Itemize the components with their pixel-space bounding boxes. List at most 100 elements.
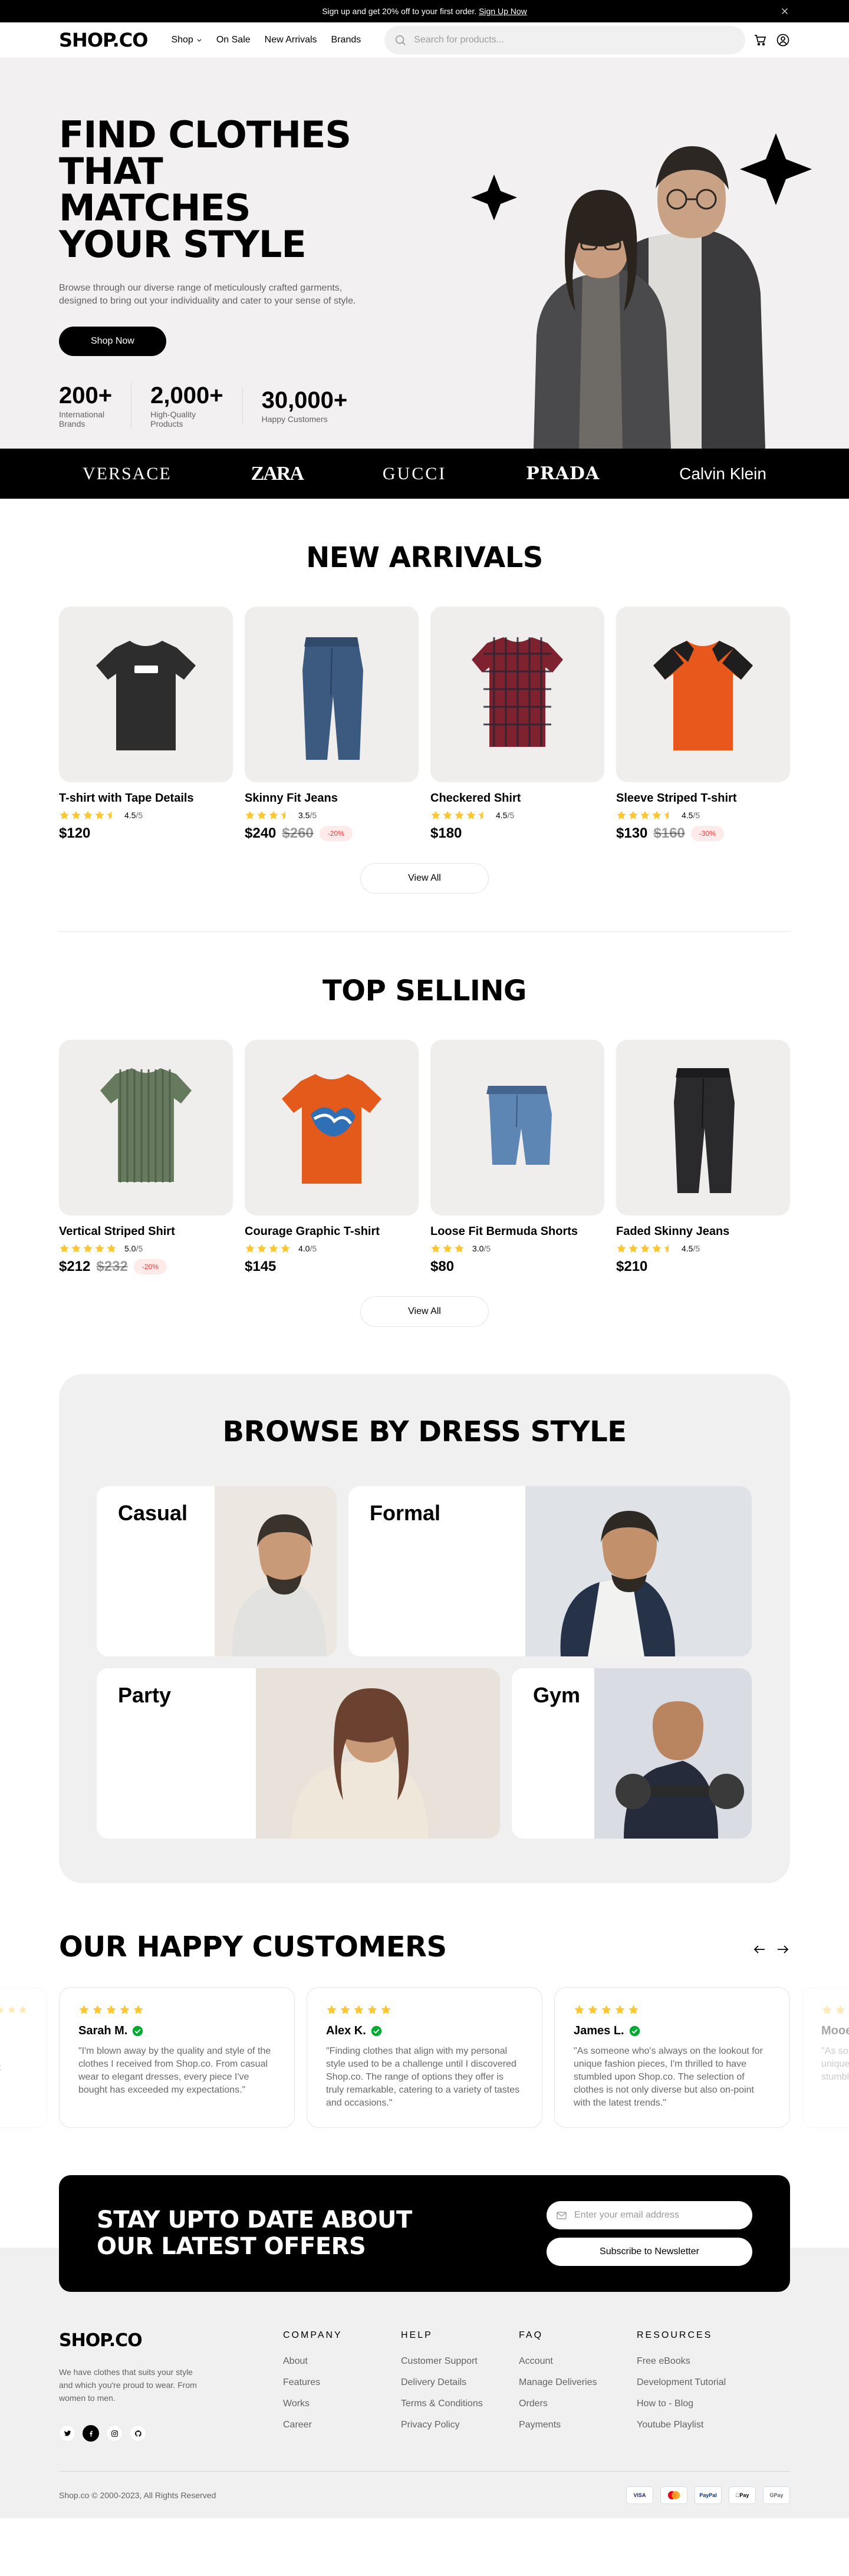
footer-link[interactable]: Features	[283, 2377, 320, 2387]
github-icon[interactable]	[130, 2425, 146, 2442]
subscribe-newsletter-button[interactable]: Subscribe to Newsletter	[547, 2238, 752, 2266]
footer-link[interactable]: Customer Support	[401, 2356, 478, 2366]
cart-icon[interactable]	[753, 33, 768, 47]
dress-style-card-formal[interactable]: Formal	[348, 1486, 752, 1656]
footer-link[interactable]: Youtube Playlist	[637, 2420, 703, 2430]
star-icon	[245, 1244, 255, 1253]
star-icon	[835, 2005, 845, 2014]
footer-link[interactable]: Career	[283, 2420, 312, 2430]
product-name: Courage Graphic T-shirt	[245, 1225, 380, 1238]
footer-link[interactable]: Development Tutorial	[637, 2377, 726, 2387]
testimonials-title: OUR HAPPY CUSTOMERS	[59, 1931, 447, 1964]
page-root: Sign up and get 20% off to your first or…	[0, 0, 849, 2518]
footer-link[interactable]: Free eBooks	[637, 2356, 690, 2366]
logo[interactable]: SHOP.CO	[59, 29, 148, 51]
stat-high-quality-products: 2,000+ High-Quality Products	[131, 383, 242, 429]
footer-link[interactable]: Payments	[519, 2420, 561, 2430]
product-image[interactable]	[245, 607, 419, 782]
product-card[interactable]: Loose Fit Bermuda Shorts 3.0/5 $80	[430, 1040, 604, 1275]
mastercard-glyph	[667, 2491, 680, 2499]
footer-link[interactable]: Privacy Policy	[401, 2420, 460, 2430]
star-icon	[106, 2005, 116, 2014]
search-input[interactable]	[414, 35, 736, 45]
product-card[interactable]: Courage Graphic T-shirt 4.0/5 $145	[245, 1040, 419, 1275]
account-icon[interactable]	[776, 33, 790, 47]
footer-column-links: Free eBooks Development Tutorial How to …	[637, 2356, 755, 2430]
arrow-left-icon[interactable]	[752, 1942, 766, 1956]
footer-link[interactable]: Orders	[519, 2399, 548, 2409]
product-rating: 4.0/5	[245, 1243, 419, 1254]
list-item: Customer Support	[401, 2356, 519, 2367]
star-icon	[95, 811, 104, 819]
testimonial-card[interactable]: Alex K. "Finding clothes that align with …	[307, 1987, 542, 2128]
product-card[interactable]: Skinny Fit Jeans 3.5/5 $240 $260 -20%	[245, 607, 419, 842]
footer-logo[interactable]: SHOP.CO	[59, 2330, 259, 2351]
product-card[interactable]: Sleeve Striped T-shirt 4.5/5 $130 $160 -30%	[616, 607, 790, 842]
promo-banner: Sign up and get 20% off to your first or…	[0, 0, 849, 22]
testimonials-carousel[interactable]: of theualI'vebought Sarah M. "I'm blown aw…	[0, 1987, 849, 2128]
product-card[interactable]: Checkered Shirt 4.5/5 $180	[430, 607, 604, 842]
testimonial-card[interactable]: James L. "As someone who's always on the …	[554, 1987, 790, 2128]
product-card[interactable]: T-shirt with Tape Details 4.5/5 $120	[59, 607, 233, 842]
dress-style-card-party[interactable]: Party	[97, 1668, 500, 1839]
star-icon	[245, 811, 255, 819]
testimonial-card[interactable]: Sarah M. "I'm blown away by the quality a…	[59, 1987, 295, 2128]
product-image[interactable]	[59, 1040, 233, 1215]
mail-icon	[557, 2211, 567, 2219]
close-icon[interactable]	[779, 6, 790, 17]
payment-label: Pay	[736, 2492, 749, 2498]
star-icon	[443, 1244, 452, 1253]
newsletter-title-line-2: OUR LATEST OFFERS	[97, 2233, 366, 2260]
star-icon	[19, 2006, 27, 2014]
nav-item-new-arrivals[interactable]: New Arrivals	[265, 35, 317, 45]
nav-item-on-sale[interactable]: On Sale	[216, 35, 251, 45]
product-card[interactable]: Faded Skinny Jeans 4.5/5 $210	[616, 1040, 790, 1275]
newsletter-email-wrap[interactable]	[547, 2201, 752, 2229]
footer-link[interactable]: How to - Blog	[637, 2399, 693, 2409]
new-arrivals-view-all-button[interactable]: View All	[360, 863, 489, 894]
top-selling-view-all-button[interactable]: View All	[360, 1296, 489, 1327]
product-price-row: $120	[59, 825, 233, 842]
product-image[interactable]	[59, 607, 233, 782]
dress-style-section: BROWSE BY DRESS STYLE Casual Formal Part…	[59, 1374, 790, 1883]
product-card[interactable]: Vertical Striped Shirt 5.0/5 $212 $232 -20%	[59, 1040, 233, 1275]
facebook-icon[interactable]	[83, 2425, 99, 2442]
footer-link[interactable]: Delivery Details	[401, 2377, 466, 2387]
sign-up-now-link[interactable]: Sign Up Now	[479, 6, 527, 16]
footer-column-heading: RESOURCES	[637, 2330, 713, 2340]
rating-value: 4.5/5	[682, 811, 700, 820]
footer-link[interactable]: Manage Deliveries	[519, 2377, 597, 2387]
product-image[interactable]	[430, 1040, 604, 1215]
testimonial-card[interactable]: of theualI'vebought	[0, 1987, 47, 2128]
product-old-price: $160	[653, 825, 685, 841]
product-name: Loose Fit Bermuda Shorts	[430, 1225, 578, 1238]
product-image[interactable]	[616, 1040, 790, 1215]
product-photo	[245, 607, 419, 782]
newsletter-email-input[interactable]	[574, 2210, 743, 2221]
testimonial-card[interactable]: Mooen "As someone who's always on the loo…	[802, 1987, 849, 2128]
star-icon	[83, 811, 93, 819]
stat-value: 200+	[59, 383, 113, 409]
footer-bottom: Shop.co © 2000-2023, All Rights Reserved…	[59, 2486, 790, 2504]
arrow-right-icon[interactable]	[776, 1942, 790, 1956]
search-box[interactable]	[384, 26, 745, 54]
nav-item-brands[interactable]: Brands	[331, 35, 361, 45]
footer-link[interactable]: Account	[519, 2356, 553, 2366]
instagram-icon[interactable]	[106, 2425, 123, 2442]
shop-now-button[interactable]: Shop Now	[59, 327, 166, 356]
product-image[interactable]	[245, 1040, 419, 1215]
product-image[interactable]	[616, 607, 790, 782]
footer-link[interactable]: Works	[283, 2399, 310, 2409]
product-image[interactable]	[430, 607, 604, 782]
footer-link[interactable]: Terms & Conditions	[401, 2399, 483, 2409]
footer-link[interactable]: About	[283, 2356, 308, 2366]
dress-style-card-gym[interactable]: Gym	[512, 1668, 752, 1839]
star-icon	[443, 811, 452, 819]
product-name: Sleeve Striped T-shirt	[616, 792, 737, 805]
stat-international-brands: 200+ International Brands	[59, 383, 131, 429]
dress-style-card-casual[interactable]: Casual	[97, 1486, 337, 1656]
star-icon	[60, 811, 69, 819]
nav-item-shop[interactable]: Shop	[171, 35, 202, 45]
twitter-icon[interactable]	[59, 2425, 75, 2442]
top-selling-section: TOP SELLING Vertical Striped Shirt 5.0/5 $…	[59, 932, 790, 1327]
